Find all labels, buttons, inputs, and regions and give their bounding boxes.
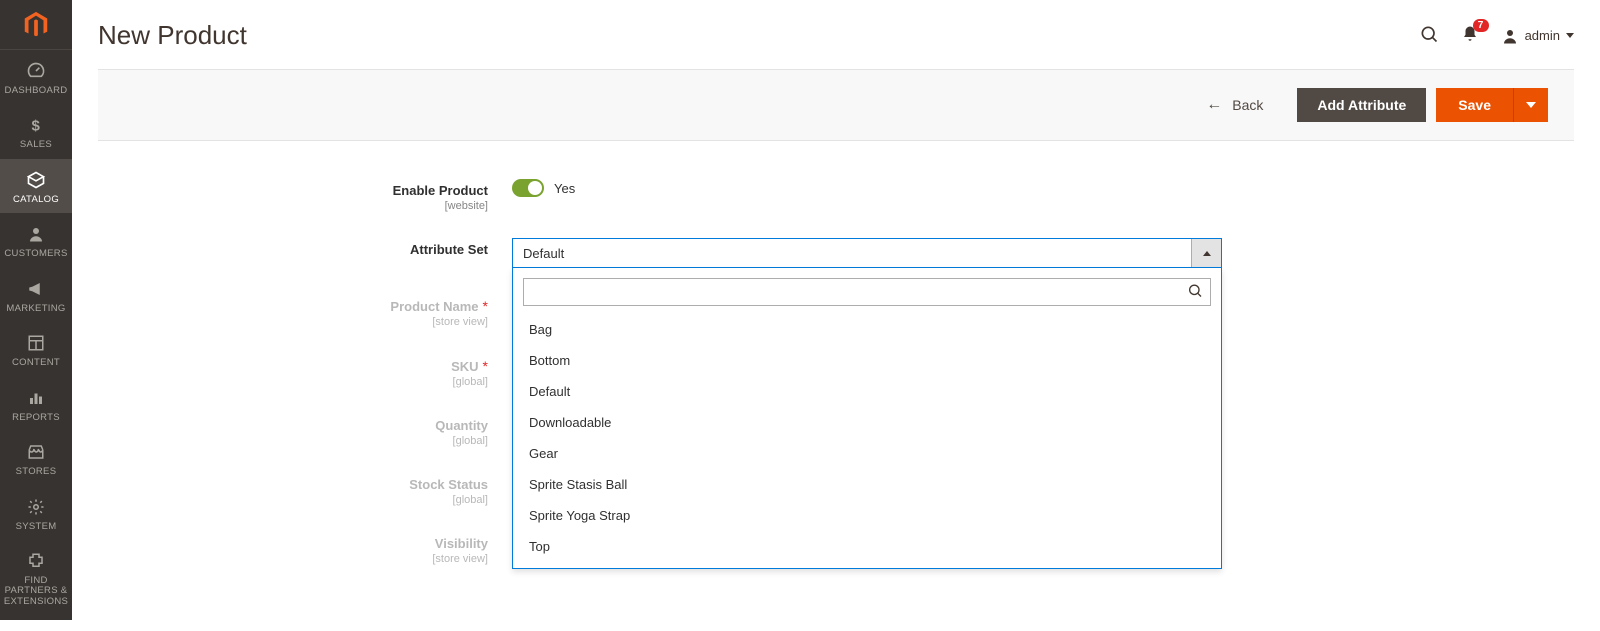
sidebar-item-system[interactable]: SYSTEM [0,486,72,540]
attribute-set-option[interactable]: Top [523,531,1211,562]
sidebar-item-label: SYSTEM [12,522,61,532]
sidebar-item-content[interactable]: CONTENT [0,322,72,376]
gear-icon [27,496,45,518]
header-actions: 7 admin [1419,24,1574,47]
page-header: New Product 7 admin [72,0,1600,69]
main-content: New Product 7 admin ← Back Add Attribute… [72,0,1600,631]
save-split-button: Save [1436,88,1548,122]
sidebar-item-sales[interactable]: $ SALES [0,104,72,158]
combo-toggle[interactable] [1191,239,1221,267]
chevron-down-icon [1566,33,1574,38]
required-star: * [483,358,488,374]
scope-hint: [store view] [72,553,488,565]
layout-icon [27,332,45,354]
row-attribute-set: Attribute Set Default Bag B [72,238,1600,268]
page-title: New Product [98,20,1419,51]
notifications-button[interactable]: 7 [1461,25,1479,46]
visibility-label: Visibility [435,536,488,551]
scope-hint: [website] [72,200,488,212]
attribute-set-option[interactable]: Sprite Yoga Strap [523,500,1211,531]
scope-hint: [global] [72,494,488,506]
person-icon [27,223,45,245]
back-label: Back [1232,97,1263,113]
required-star: * [483,298,488,314]
sidebar-item-marketing[interactable]: MARKETING [0,268,72,322]
sidebar-item-label: SALES [16,140,56,150]
sidebar-item-label: REPORTS [8,413,64,423]
attribute-set-selected: Default [513,246,1191,261]
sidebar-item-partners[interactable]: FIND PARTNERS & EXTENSIONS [0,540,72,615]
chevron-up-icon [1203,251,1211,256]
sidebar-item-label: DASHBOARD [1,86,72,96]
sidebar-item-label: CUSTOMERS [0,249,71,259]
back-button[interactable]: ← Back [1192,88,1277,122]
product-form: Enable Product [website] Yes Attribute S… [72,141,1600,631]
attribute-set-search-input[interactable] [523,278,1211,306]
user-label: admin [1525,28,1560,43]
attribute-set-label: Attribute Set [410,242,488,257]
sidebar-item-dashboard[interactable]: DASHBOARD [0,50,72,104]
enable-product-toggle[interactable] [512,179,544,197]
arrow-left-icon: ← [1206,96,1222,114]
attribute-set-option[interactable]: Sprite Stasis Ball [523,469,1211,500]
scope-hint: [global] [72,376,488,388]
bars-icon [27,387,45,409]
row-enable-product: Enable Product [website] Yes [72,179,1600,212]
attribute-set-option[interactable]: Default [523,376,1211,407]
sku-label: SKU [451,359,478,374]
sidebar-item-label: STORES [12,467,61,477]
megaphone-icon [26,278,46,300]
user-menu[interactable]: admin [1501,27,1574,45]
notif-count-badge: 7 [1473,19,1489,32]
enable-product-label: Enable Product [393,183,488,198]
action-bar: ← Back Add Attribute Save [98,69,1574,141]
attribute-set-option[interactable]: Bottom [523,345,1211,376]
attribute-set-option[interactable]: Bag [523,314,1211,345]
sidebar-item-customers[interactable]: CUSTOMERS [0,213,72,267]
scope-hint: [global] [72,435,488,447]
global-search[interactable] [1419,24,1439,47]
search-icon [1419,24,1439,44]
toggle-value-text: Yes [554,181,575,196]
product-name-label: Product Name [390,299,478,314]
attribute-set-option[interactable]: Gear [523,438,1211,469]
sidebar-item-label: FIND PARTNERS & EXTENSIONS [0,576,72,607]
sidebar-item-label: MARKETING [2,304,69,314]
attribute-set-select[interactable]: Default [512,238,1222,268]
save-button[interactable]: Save [1436,88,1513,122]
scope-hint: [store view] [72,316,488,328]
user-icon [1501,27,1519,45]
sidebar-item-stores[interactable]: STORES [0,431,72,485]
sidebar-item-label: CONTENT [8,358,64,368]
sidebar-item-catalog[interactable]: CATALOG [0,159,72,213]
sidebar-item-label: CATALOG [9,195,63,205]
magento-logo[interactable] [0,0,72,50]
magento-logo-icon [21,10,51,40]
svg-text:$: $ [32,118,41,135]
admin-sidebar: DASHBOARD $ SALES CATALOG CUSTOMERS MARK… [0,0,72,620]
box-icon [26,169,46,191]
sidebar-item-reports[interactable]: REPORTS [0,377,72,431]
dollar-icon: $ [27,114,45,136]
storefront-icon [26,441,46,463]
search-icon [1187,283,1203,302]
save-dropdown-toggle[interactable] [1513,88,1548,122]
chevron-down-icon [1526,102,1536,108]
stock-status-label: Stock Status [409,477,488,492]
gauge-icon [26,60,46,82]
attribute-set-dropdown: Bag Bottom Default Downloadable Gear Spr… [512,268,1222,569]
attribute-set-option[interactable]: Downloadable [523,407,1211,438]
attribute-set-options: Bag Bottom Default Downloadable Gear Spr… [523,314,1211,562]
quantity-label: Quantity [435,418,488,433]
puzzle-icon [27,550,45,572]
add-attribute-button[interactable]: Add Attribute [1297,88,1426,122]
